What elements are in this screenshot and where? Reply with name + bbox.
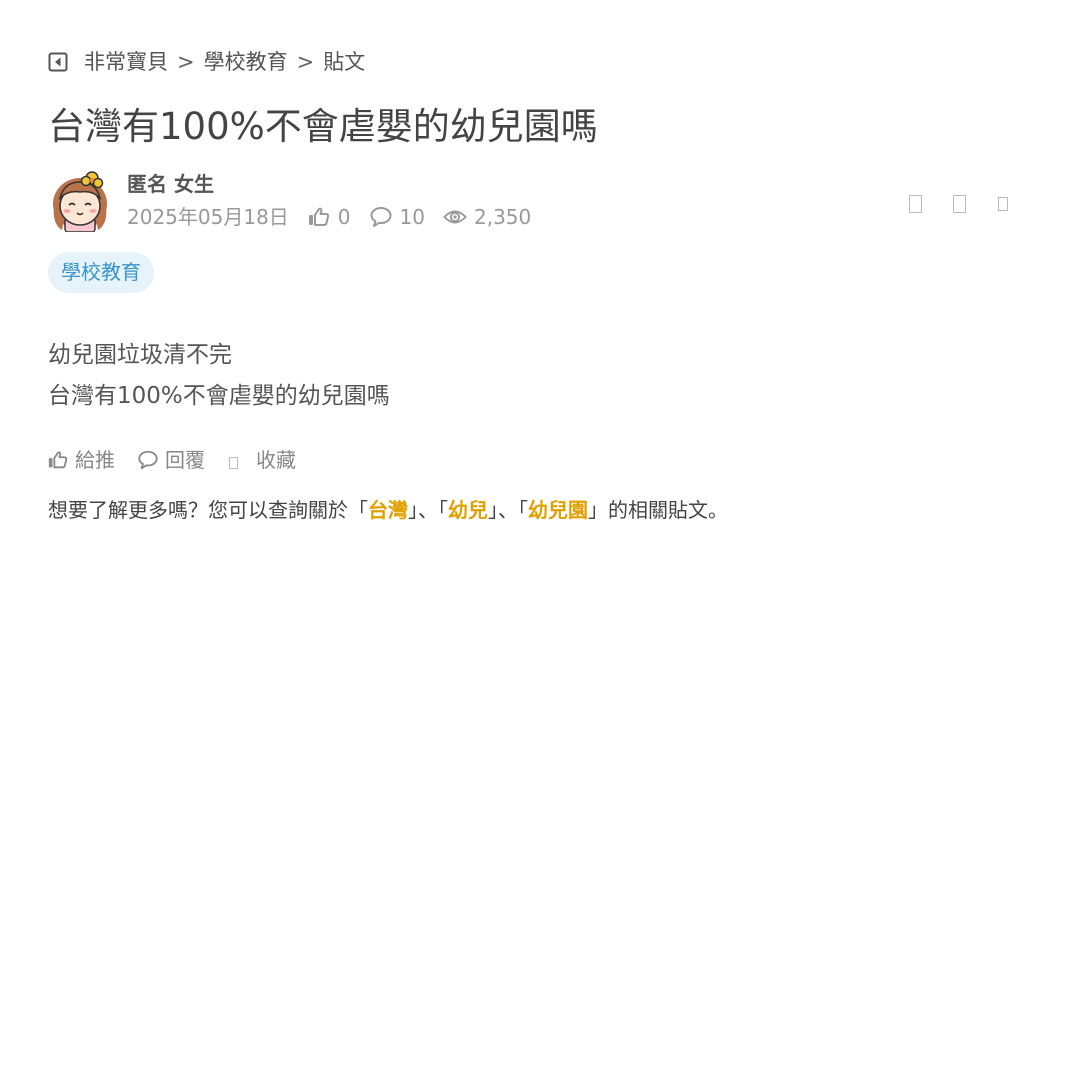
like-button-label: 給推 bbox=[75, 448, 115, 472]
breadcrumb-separator: > bbox=[177, 50, 195, 74]
breadcrumb: 非常寶貝 > 學校教育 > 貼文 bbox=[48, 48, 365, 76]
thumbs-up-icon bbox=[307, 205, 331, 229]
bookmark-icon bbox=[229, 457, 238, 469]
speech-bubble-icon bbox=[369, 205, 393, 229]
post-meta: 2025年05月18日 0 10 2,350 bbox=[127, 203, 531, 231]
comma: 、 bbox=[498, 498, 518, 522]
post-page: 非常寶貝 > 學校教育 > 貼文 台灣有100%不會虐嬰的幼兒園嗎 匿名 女生 bbox=[0, 0, 1080, 1080]
more-options-icon[interactable] bbox=[998, 197, 1008, 211]
quote-open: 「 bbox=[348, 498, 368, 522]
eye-icon bbox=[443, 205, 467, 229]
breadcrumb-item-category[interactable]: 學校教育 bbox=[204, 48, 288, 76]
avatar[interactable] bbox=[50, 168, 110, 233]
back-icon[interactable] bbox=[48, 52, 68, 72]
breadcrumb-separator: > bbox=[296, 50, 315, 74]
save-button-label: 收藏 bbox=[256, 448, 296, 472]
category-tag[interactable]: 學校教育 bbox=[48, 252, 154, 293]
post-body: 幼兒園垃圾清不完 台灣有100%不會虐嬰的幼兒園嗎 bbox=[48, 335, 390, 417]
comma: 、 bbox=[418, 498, 438, 522]
girl-avatar-icon bbox=[53, 171, 107, 233]
quote-close: 」 bbox=[588, 498, 608, 522]
comment-count: 10 bbox=[399, 205, 425, 229]
author-name[interactable]: 匿名 女生 bbox=[127, 170, 214, 198]
like-count: 0 bbox=[337, 205, 351, 229]
thumbs-up-icon bbox=[47, 449, 69, 471]
quote-close: 」 bbox=[488, 498, 498, 522]
keyword-link[interactable]: 幼兒 bbox=[448, 498, 488, 522]
speech-bubble-icon bbox=[137, 449, 159, 471]
keyword-link[interactable]: 台灣 bbox=[368, 498, 408, 522]
post-body-line: 台灣有100%不會虐嬰的幼兒園嗎 bbox=[48, 383, 390, 409]
quote-close: 」 bbox=[408, 498, 418, 522]
bookmark-icon[interactable] bbox=[953, 195, 966, 213]
related-search-text: 想要了解更多嗎？您可以查詢關於「台灣」、「幼兒」、「幼兒園」的相關貼文。 bbox=[48, 495, 728, 525]
reply-button[interactable]: 回覆 bbox=[137, 446, 205, 474]
keyword-link[interactable]: 幼兒園 bbox=[528, 498, 588, 522]
quote-open: 「 bbox=[518, 498, 528, 522]
share-icon[interactable] bbox=[909, 195, 922, 213]
reply-button-label: 回覆 bbox=[165, 448, 205, 472]
post-body-line: 幼兒園垃圾清不完 bbox=[48, 342, 232, 368]
quote-open: 「 bbox=[438, 498, 448, 522]
post-actions: 給推 回覆 收藏 bbox=[47, 446, 296, 474]
like-button[interactable]: 給推 bbox=[47, 446, 115, 474]
view-count: 2,350 bbox=[473, 205, 532, 229]
post-title: 台灣有100%不會虐嬰的幼兒園嗎 bbox=[48, 105, 598, 148]
save-button[interactable]: 收藏 bbox=[225, 446, 296, 474]
post-date: 2025年05月18日 bbox=[127, 205, 289, 229]
related-prefix: 想要了解更多嗎？您可以查詢關於 bbox=[48, 498, 348, 522]
related-suffix: 的相關貼文。 bbox=[608, 498, 728, 522]
breadcrumb-item-current: 貼文 bbox=[323, 50, 366, 74]
breadcrumb-item-home[interactable]: 非常寶貝 bbox=[84, 48, 168, 76]
